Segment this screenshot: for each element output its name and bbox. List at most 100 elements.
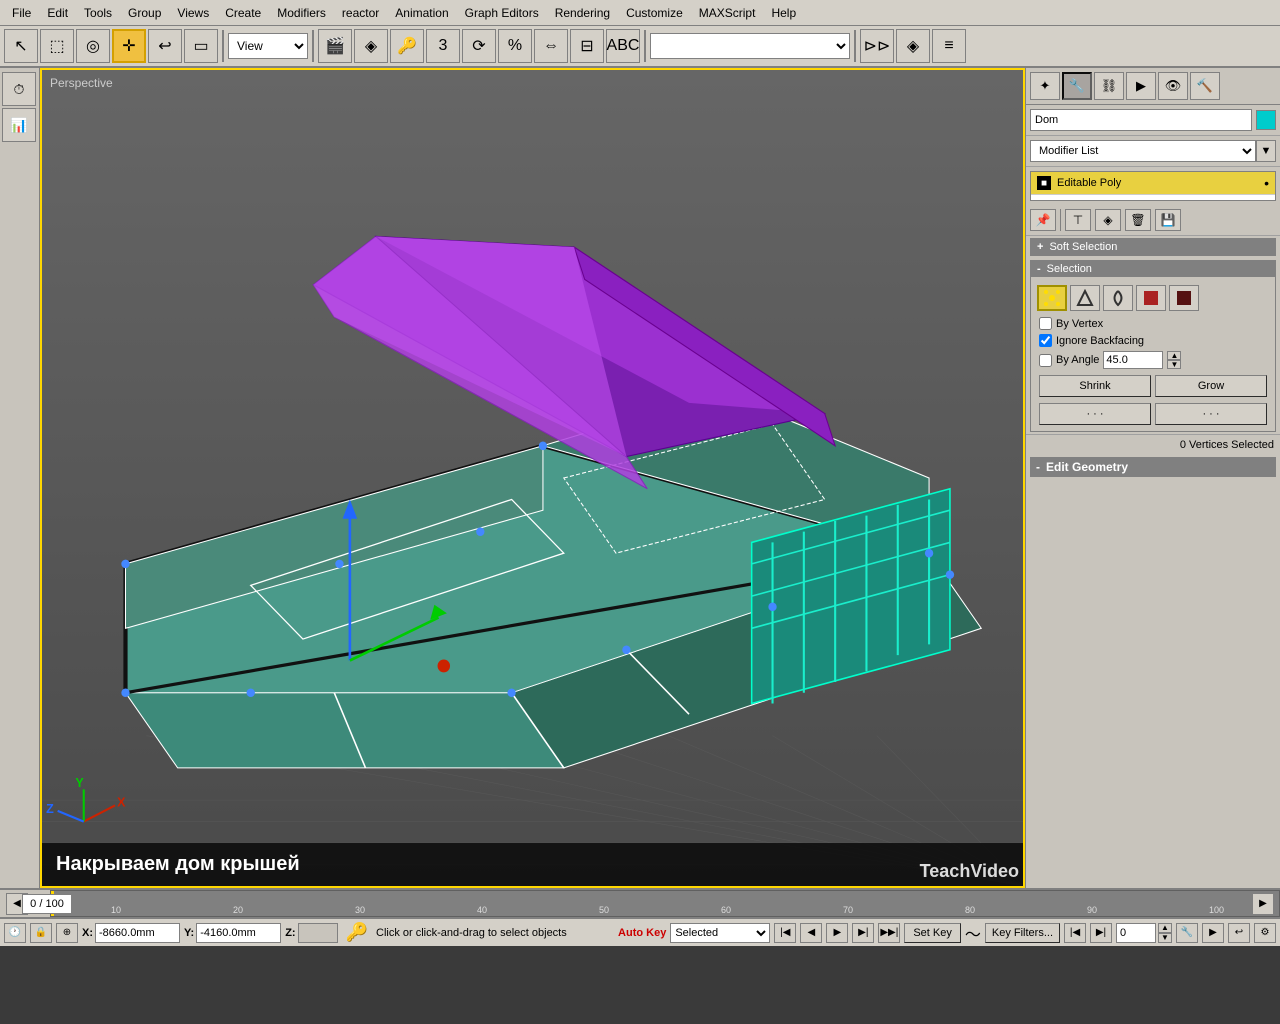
- vertex-mode-btn[interactable]: [1037, 285, 1067, 311]
- edge-mode-btn[interactable]: [1070, 285, 1100, 311]
- menu-graph-editors[interactable]: Graph Editors: [457, 4, 547, 22]
- menu-reactor[interactable]: reactor: [334, 4, 387, 22]
- prev-frame-btn[interactable]: ◀: [800, 923, 822, 943]
- timeline-track[interactable]: [50, 890, 1280, 917]
- menu-edit[interactable]: Edit: [39, 4, 76, 22]
- key-filters-btn[interactable]: Key Filters...: [985, 923, 1060, 943]
- menu-customize[interactable]: Customize: [618, 4, 691, 22]
- time-config-btn[interactable]: ⏱: [2, 72, 36, 106]
- render-btn[interactable]: 🎬: [318, 29, 352, 63]
- circle-select-btn[interactable]: ◎: [76, 29, 110, 63]
- named-sel-btn[interactable]: ABC: [606, 29, 640, 63]
- angle-snap-btn[interactable]: ⟳: [462, 29, 496, 63]
- timeline-next-btn[interactable]: ▶: [1252, 893, 1274, 915]
- layer-btn[interactable]: ≡: [932, 29, 966, 63]
- set-key-btn[interactable]: Set Key: [904, 923, 961, 943]
- menu-animation[interactable]: Animation: [387, 4, 456, 22]
- named-sel-dropdown[interactable]: [650, 33, 850, 59]
- track-bar-btn[interactable]: 📊: [2, 108, 36, 142]
- z-coord-input[interactable]: [298, 923, 338, 943]
- region-select-btn[interactable]: ⬚: [40, 29, 74, 63]
- modifier-dropdown-arrow[interactable]: ▼: [1256, 140, 1276, 162]
- rect-btn[interactable]: ▭: [184, 29, 218, 63]
- remove-modifier-btn[interactable]: 🗑: [1125, 209, 1151, 231]
- border-mode-btn[interactable]: [1103, 285, 1133, 311]
- track-view-btn[interactable]: ⊳⊳: [860, 29, 894, 63]
- selected-dropdown[interactable]: Selected: [670, 923, 770, 943]
- x-coord-input[interactable]: [95, 923, 180, 943]
- key-btn[interactable]: 🔑: [390, 29, 424, 63]
- menu-views[interactable]: Views: [169, 4, 217, 22]
- make-unique-btn[interactable]: ◈: [1095, 209, 1121, 231]
- utilities-panel-btn[interactable]: 🔨: [1190, 72, 1220, 100]
- by-vertex-checkbox[interactable]: [1039, 317, 1052, 330]
- key-lock-icon[interactable]: 🔑: [346, 922, 368, 943]
- frame-spin-up[interactable]: ▲: [1158, 923, 1172, 933]
- pb-back-btn[interactable]: |◀: [1064, 923, 1086, 943]
- viewport-area[interactable]: Perspective: [40, 68, 1025, 888]
- by-angle-value-input[interactable]: [1103, 351, 1163, 369]
- ring-btn[interactable]: · · ·: [1155, 403, 1267, 425]
- hierarchy-panel-btn[interactable]: ⛓: [1094, 72, 1124, 100]
- modify-panel-btn[interactable]: 🔧: [1062, 72, 1092, 100]
- menu-modifiers[interactable]: Modifiers: [269, 4, 334, 22]
- by-angle-checkbox[interactable]: [1039, 354, 1052, 367]
- view-dropdown[interactable]: View World Local: [228, 33, 308, 59]
- frame-spin-down[interactable]: ▼: [1158, 933, 1172, 943]
- shrink-btn[interactable]: Shrink: [1039, 375, 1151, 397]
- extra-icon-2[interactable]: ▶: [1202, 923, 1224, 943]
- soft-selection-header[interactable]: + Soft Selection: [1031, 239, 1275, 255]
- angle-spin-up[interactable]: ▲: [1167, 351, 1181, 360]
- create-panel-btn[interactable]: ✦: [1030, 72, 1060, 100]
- frame-number-input[interactable]: [1116, 923, 1156, 943]
- select-tool-btn[interactable]: ↖: [4, 29, 38, 63]
- poly-mode-btn[interactable]: [1136, 285, 1166, 311]
- snap-btn[interactable]: 3: [426, 29, 460, 63]
- menu-help[interactable]: Help: [763, 4, 804, 22]
- element-mode-btn[interactable]: [1169, 285, 1199, 311]
- extra-icon-4[interactable]: ⚙: [1254, 923, 1276, 943]
- grow-btn[interactable]: Grow: [1155, 375, 1267, 397]
- menu-create[interactable]: Create: [217, 4, 269, 22]
- key-wave-icon[interactable]: 〜: [965, 921, 981, 945]
- angle-spin-down[interactable]: ▼: [1167, 360, 1181, 369]
- editable-poly-item[interactable]: ■ Editable Poly •: [1031, 172, 1275, 195]
- undo-btn[interactable]: ↩: [148, 29, 182, 63]
- next-frame-btn[interactable]: ▶|: [852, 923, 874, 943]
- object-name-input[interactable]: [1030, 109, 1252, 131]
- selection-header[interactable]: - Selection: [1031, 261, 1275, 277]
- menu-rendering[interactable]: Rendering: [547, 4, 618, 22]
- menu-group[interactable]: Group: [120, 4, 169, 22]
- loop-btn[interactable]: · · ·: [1039, 403, 1151, 425]
- ignore-backfacing-checkbox[interactable]: [1039, 334, 1052, 347]
- snap-icon[interactable]: 🔒: [30, 923, 52, 943]
- time-config-icon[interactable]: 🕐: [4, 923, 26, 943]
- motion-panel-btn[interactable]: ▶: [1126, 72, 1156, 100]
- show-end-result-btn[interactable]: ⊤: [1065, 209, 1091, 231]
- percent-snap-btn[interactable]: %: [498, 29, 532, 63]
- pin-btn[interactable]: 📌: [1030, 209, 1056, 231]
- extra-icon-3[interactable]: ↩: [1228, 923, 1250, 943]
- object-color-swatch[interactable]: [1256, 110, 1276, 130]
- move-tool-btn[interactable]: ✛: [112, 29, 146, 63]
- y-coord-input[interactable]: [196, 923, 281, 943]
- go-start-btn[interactable]: |◀: [774, 923, 796, 943]
- align-btn[interactable]: ⊟: [570, 29, 604, 63]
- extra-icon-1[interactable]: 🔧: [1176, 923, 1198, 943]
- pb-fwd-btn[interactable]: ▶|: [1090, 923, 1112, 943]
- modifier-list-dropdown[interactable]: Modifier List: [1030, 140, 1256, 162]
- soft-selection-section: + Soft Selection: [1030, 238, 1276, 256]
- schematic-btn[interactable]: ◈: [896, 29, 930, 63]
- mirror-btn[interactable]: ⇔: [534, 29, 568, 63]
- save-stack-btn[interactable]: 💾: [1155, 209, 1181, 231]
- timeline-position-display[interactable]: 0 / 100: [22, 894, 72, 914]
- display-panel-btn[interactable]: 👁: [1158, 72, 1188, 100]
- menu-maxscript[interactable]: MAXScript: [691, 4, 764, 22]
- play-btn[interactable]: ▶: [826, 923, 848, 943]
- menu-tools[interactable]: Tools: [76, 4, 120, 22]
- go-end-btn[interactable]: ▶▶|: [878, 923, 900, 943]
- coord-icon[interactable]: ⊕: [56, 923, 78, 943]
- edit-geometry-header[interactable]: - Edit Geometry: [1030, 457, 1276, 477]
- material-btn[interactable]: ◈: [354, 29, 388, 63]
- menu-file[interactable]: File: [4, 4, 39, 22]
